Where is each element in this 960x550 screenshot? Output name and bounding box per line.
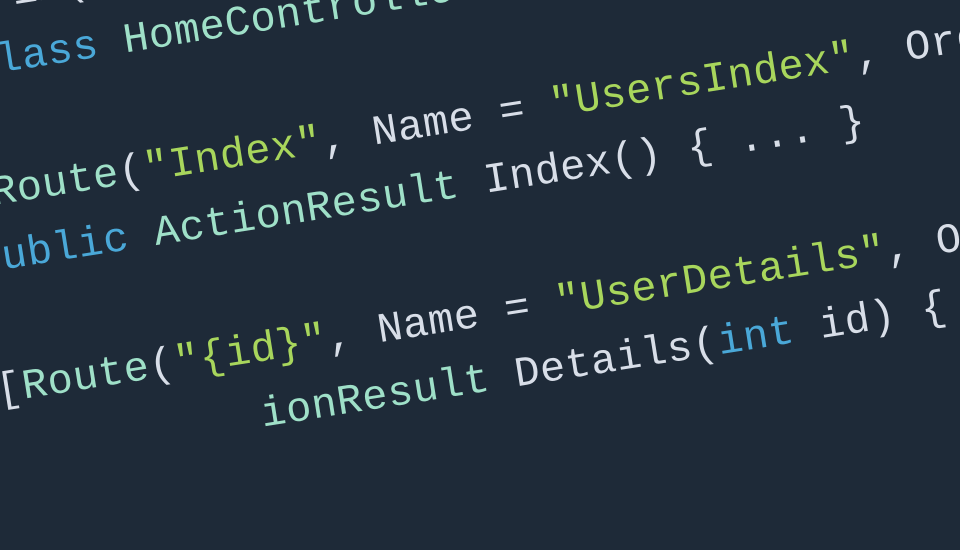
code-editor-viewport: ePrefix("Users")] ic class HomeControlle…: [0, 0, 960, 550]
string-literal: "{id}": [171, 315, 331, 387]
code-token: , O: [882, 215, 960, 274]
type-name: HomeController: [120, 0, 483, 65]
code-token: , Ord: [851, 14, 960, 82]
code-block: ePrefix("Users")] ic class HomeControlle…: [0, 0, 960, 496]
keyword-class: class: [0, 22, 102, 90]
code-token: id) {: [790, 283, 950, 355]
attribute-name: Route: [19, 343, 153, 411]
keyword-int: int: [714, 307, 798, 366]
attribute-name: Route: [0, 151, 122, 219]
code-token: :: [475, 0, 559, 9]
keyword-public: public: [0, 215, 133, 287]
string-literal: "Index": [140, 118, 325, 194]
